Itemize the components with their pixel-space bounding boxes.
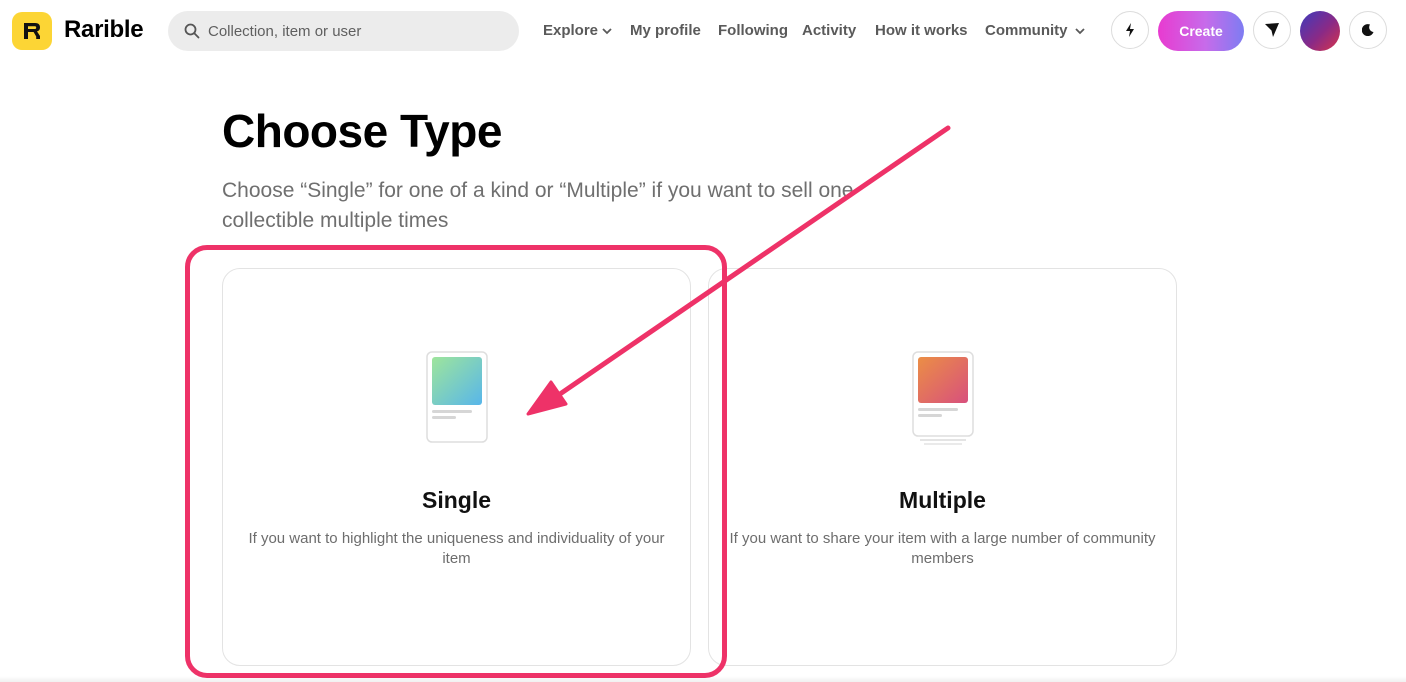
multiple-option-card[interactable]: Multiple If you want to share your item … (708, 268, 1177, 666)
nav-community-label: Community (985, 22, 1068, 39)
single-option-title: Single (421, 487, 491, 513)
theme-toggle-button[interactable] (1349, 11, 1387, 49)
page-title: Choose Type (222, 105, 502, 157)
top-navigation: Rarible Explore My profile Following Act… (0, 0, 1406, 64)
nav-following[interactable]: Following (718, 22, 788, 39)
single-item-icon (425, 351, 488, 443)
single-option-description: If you want to highlight the uniqueness … (248, 530, 665, 567)
page-bottom-edge (0, 676, 1406, 682)
nav-activity[interactable]: Activity (802, 22, 856, 39)
search-icon (184, 23, 200, 39)
page-subtitle: Choose “Single” for one of a kind or “Mu… (222, 179, 854, 232)
lightning-icon (1126, 23, 1134, 37)
brand-name[interactable]: Rarible (64, 16, 144, 44)
annotation-arrow-icon (526, 125, 951, 416)
nav-explore-label: Explore (543, 22, 599, 39)
search-input[interactable] (208, 11, 508, 51)
nav-how-it-works[interactable]: How it works (875, 22, 968, 39)
nav-my-profile[interactable]: My profile (630, 22, 701, 39)
single-option-card[interactable]: Single If you want to highlight the uniq… (222, 268, 691, 666)
nav-community[interactable]: Community (985, 22, 1085, 39)
create-button[interactable]: Create (1158, 11, 1244, 51)
multiple-option-description: If you want to share your item with a la… (729, 530, 1156, 567)
multiple-items-icon (911, 351, 974, 445)
moon-icon (1362, 24, 1374, 36)
chevron-down-icon (602, 27, 612, 34)
multiple-option-title: Multiple (899, 487, 986, 513)
avatar[interactable] (1300, 11, 1340, 51)
search-bar[interactable] (168, 11, 519, 51)
send-button[interactable] (1253, 11, 1291, 49)
lightning-button[interactable] (1111, 11, 1149, 49)
send-icon (1265, 23, 1279, 37)
nav-explore[interactable]: Explore (543, 22, 612, 39)
logo-icon[interactable] (12, 12, 52, 50)
chevron-down-icon (1074, 27, 1085, 34)
